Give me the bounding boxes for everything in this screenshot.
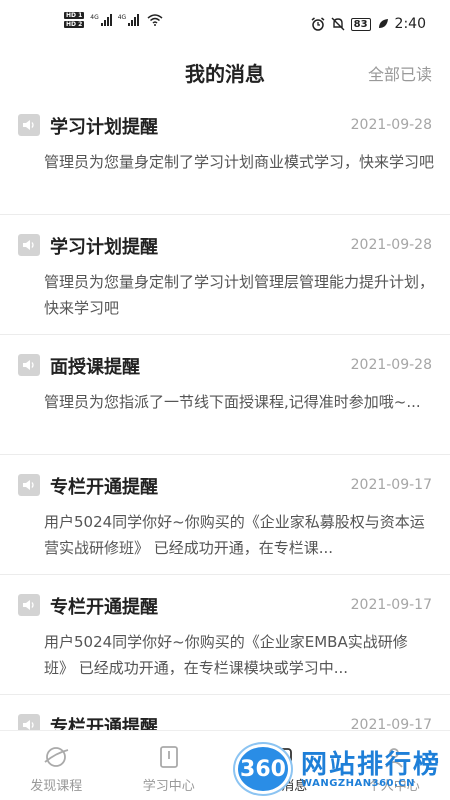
wifi-icon (147, 14, 163, 26)
message-title: 专栏开通提醒 (50, 597, 158, 618)
speaker-icon (18, 354, 40, 376)
message-list: 学习计划提醒 2021-09-28 管理员为您量身定制了学习计划商业模式学习，快来学… (0, 95, 450, 800)
signal-icon-2: 4G (118, 14, 140, 26)
message-title: 专栏开通提醒 (50, 477, 158, 498)
clock: 2:40 (394, 16, 426, 32)
speaker-icon (18, 234, 40, 256)
signal-icon-1: 4G (90, 14, 112, 26)
tab-learning-center[interactable]: 学习中心 (113, 731, 226, 800)
message-item[interactable]: 专栏开通提醒 2021-09-17 用户5024同学你好~你购买的《企业家EMBA实… (0, 575, 450, 695)
tab-label: 学习中心 (142, 779, 195, 794)
mute-icon (331, 17, 345, 31)
message-item[interactable]: 专栏开通提醒 2021-09-17 用户5024同学你好~你购买的《企业家私募股权与… (0, 455, 450, 575)
message-date: 2021-09-17 (350, 597, 432, 613)
page-header: 我的消息 全部已读 (0, 52, 450, 92)
planet-icon (44, 747, 69, 767)
watermark-badge: 360 (235, 744, 291, 794)
speaker-icon (18, 114, 40, 136)
tab-label: 发现课程 (30, 779, 83, 794)
alarm-icon (311, 17, 325, 31)
battery-icon: 83 (350, 17, 371, 31)
message-item[interactable]: 学习计划提醒 2021-09-28 管理员为您量身定制了学习计划商业模式学习，快来学… (0, 95, 450, 215)
hd-indicators: HD 1 HD 2 (64, 12, 85, 28)
message-item[interactable]: 面授课提醒 2021-09-28 管理员为您指派了一节线下面授课程,记得准时参加哦~… (0, 335, 450, 455)
hd2-badge: HD 2 (64, 21, 85, 28)
watermark-text: 网站排行榜 (301, 750, 442, 780)
mark-all-read-button[interactable]: 全部已读 (368, 61, 432, 85)
message-body: 管理员为您量身定制了学习计划商业模式学习，快来学习吧 (44, 153, 435, 171)
watermark-subtext: WANGZHAN360.CN (301, 778, 416, 789)
speaker-icon (18, 594, 40, 616)
message-date: 2021-09-17 (350, 477, 432, 493)
message-date: 2021-09-28 (350, 117, 432, 133)
book-icon (159, 746, 178, 768)
message-date: 2021-09-28 (350, 237, 432, 253)
status-right: 83 2:40 (311, 16, 426, 32)
message-item[interactable]: 学习计划提醒 2021-09-28 管理员为您量身定制了学习计划管理层管理能力提升计… (0, 215, 450, 335)
watermark: 360 网站排行榜 WANGZHAN360.CN (235, 738, 450, 800)
message-body: 用户5024同学你好~你购买的《企业家EMBA实战研修班》 已经成功开通，在专栏… (44, 633, 408, 677)
message-body: 管理员为您指派了一节线下面授课程,记得准时参加哦~... (44, 393, 421, 411)
message-title: 面授课提醒 (50, 357, 140, 378)
tab-discover-courses[interactable]: 发现课程 (0, 731, 113, 800)
status-bar: HD 1 HD 2 4G 4G 83 2:40 (0, 0, 450, 40)
message-date: 2021-09-28 (350, 357, 432, 373)
message-title: 学习计划提醒 (50, 117, 158, 138)
message-body: 管理员为您量身定制了学习计划管理层管理能力提升计划，快来学习吧 (44, 273, 435, 317)
leaf-icon (378, 19, 388, 28)
speaker-icon (18, 474, 40, 496)
hd1-badge: HD 1 (64, 12, 85, 19)
message-body: 用户5024同学你好~你购买的《企业家私募股权与资本运营实战研修班》 已经成功开… (44, 513, 425, 557)
status-left: HD 1 HD 2 4G 4G (64, 12, 163, 28)
message-title: 学习计划提醒 (50, 237, 158, 258)
